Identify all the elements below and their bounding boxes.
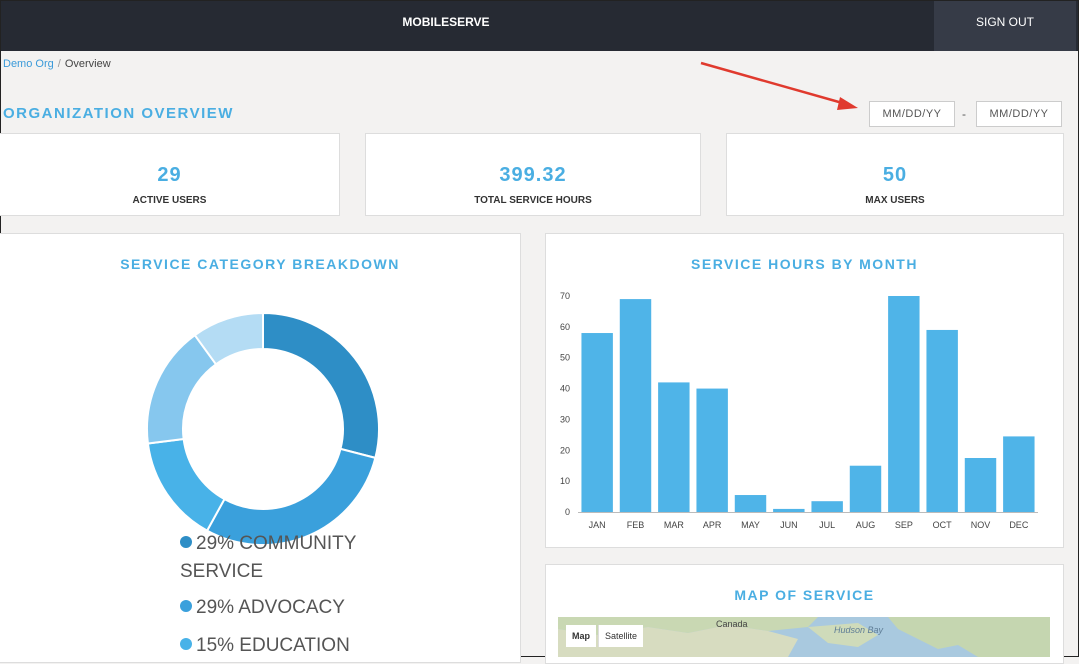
- breadcrumb-current: Overview: [64, 58, 111, 70]
- x-tick-label: AUG: [856, 520, 876, 530]
- stat-card-max-users: 50 MAX USERS: [726, 133, 1064, 216]
- y-tick-label: 50: [560, 353, 570, 363]
- x-tick-label: DEC: [1009, 520, 1029, 530]
- bar-may[interactable]: [734, 495, 767, 512]
- stat-card-active-users: 29 ACTIVE USERS: [0, 133, 340, 216]
- end-date-input[interactable]: [976, 101, 1062, 127]
- bar-mar[interactable]: [658, 382, 690, 512]
- bar-sep[interactable]: [888, 296, 920, 512]
- bar-feb[interactable]: [619, 299, 652, 512]
- map-view-button[interactable]: Map: [566, 625, 596, 647]
- legend-dot: [180, 536, 192, 548]
- satellite-view-button[interactable]: Satellite: [598, 625, 644, 647]
- bar-jan[interactable]: [581, 333, 613, 512]
- breadcrumb-org-link[interactable]: Demo Org: [3, 58, 54, 70]
- legend-label: 29% COMMUNITY SERVICE: [180, 533, 357, 582]
- bar-apr[interactable]: [696, 388, 728, 512]
- map-label-canada: Canada: [716, 619, 748, 629]
- app-brand[interactable]: MOBILESERVE: [1, 1, 891, 51]
- total-hours-label: TOTAL SERVICE HOURS: [474, 195, 592, 206]
- service-category-title: SERVICE CATEGORY BREAKDOWN: [120, 256, 400, 272]
- hours-bar-chart: 0 10 20 30 40 50 60 70 JAN FEB MAR APR MAY JUN JUL AUG S…: [560, 291, 1038, 530]
- legend-label: 15% EDUCATION: [196, 635, 350, 656]
- x-tick-label: APR: [703, 520, 722, 530]
- y-tick-label: 20: [560, 445, 570, 455]
- service-map[interactable]: Map Satellite Canada Hudson Bay: [558, 617, 1050, 657]
- map-label-hudson-bay: Hudson Bay: [834, 625, 884, 635]
- legend-dot: [180, 638, 192, 650]
- legend-item-community: 29% COMMUNITY SERVICE: [180, 530, 380, 586]
- top-nav-bar: MOBILESERVE SIGN OUT: [1, 1, 1078, 51]
- y-tick-label: 30: [560, 414, 570, 424]
- legend-dot: [180, 600, 192, 612]
- active-users-label: ACTIVE USERS: [132, 195, 207, 206]
- y-tick-label: 40: [560, 384, 570, 394]
- stat-card-total-hours: 399.32 TOTAL SERVICE HOURS: [365, 133, 701, 216]
- breadcrumb-separator: /: [57, 58, 61, 70]
- map-title: MAP OF SERVICE: [734, 587, 875, 603]
- bar-aug[interactable]: [849, 465, 882, 512]
- service-category-panel: SERVICE CATEGORY BREAKDOWN 29% COMMUNITY…: [0, 233, 521, 663]
- x-tick-label: FEB: [627, 520, 645, 530]
- y-tick-label: 10: [560, 476, 570, 486]
- donut-slice-0[interactable]: [262, 311, 380, 460]
- sign-out-button[interactable]: SIGN OUT: [934, 1, 1076, 51]
- max-users-value: 50: [882, 164, 908, 186]
- y-tick-label: 0: [565, 507, 570, 517]
- y-tick-label: 70: [560, 291, 570, 301]
- legend-item-advocacy: 29% ADVOCACY: [180, 594, 380, 622]
- legend-item-education: 15% EDUCATION: [180, 632, 380, 660]
- category-donut-chart: [146, 311, 380, 546]
- map-panel: MAP OF SERVICE Map Satellite Canada Huds…: [545, 564, 1064, 664]
- total-hours-value: 399.32: [499, 164, 567, 186]
- x-tick-label: JAN: [589, 520, 606, 530]
- bar-oct[interactable]: [926, 329, 958, 512]
- service-hours-panel: SERVICE HOURS BY MONTH 0 10 20 30 40 50 60 70 JA…: [545, 233, 1064, 548]
- bar-nov[interactable]: [964, 458, 997, 512]
- x-tick-label: NOV: [971, 520, 991, 530]
- bar-dec[interactable]: [1003, 436, 1035, 512]
- breadcrumb: Demo Org / Overview: [3, 58, 111, 70]
- bar-jun[interactable]: [773, 508, 805, 512]
- x-tick-label: OCT: [933, 520, 953, 530]
- x-tick-label: JUL: [819, 520, 835, 530]
- legend-label: 29% ADVOCACY: [196, 597, 345, 618]
- x-tick-label: MAR: [664, 520, 685, 530]
- active-users-value: 29: [157, 164, 182, 186]
- x-tick-label: JUN: [780, 520, 798, 530]
- bar-jul[interactable]: [811, 501, 843, 512]
- x-tick-label: SEP: [895, 520, 913, 530]
- donut-slice-2[interactable]: [146, 437, 226, 533]
- page-title: ORGANIZATION OVERVIEW: [3, 105, 234, 122]
- max-users-label: MAX USERS: [865, 195, 925, 206]
- date-range-separator: -: [962, 107, 966, 121]
- y-tick-label: 60: [560, 322, 570, 332]
- start-date-input[interactable]: [869, 101, 955, 127]
- x-tick-label: MAY: [741, 520, 760, 530]
